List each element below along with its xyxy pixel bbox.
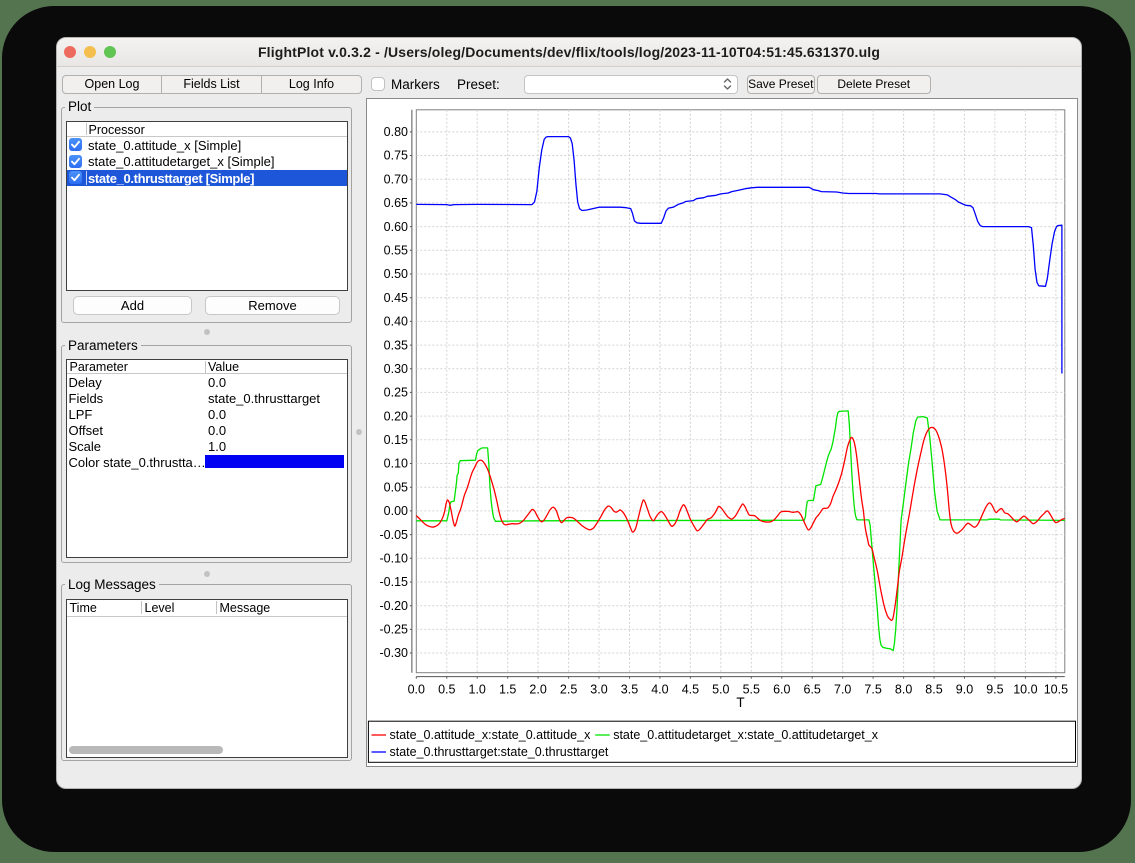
- svg-text:-0.15: -0.15: [380, 575, 409, 589]
- svg-text:state_0.attitude_x:state_0.att: state_0.attitude_x:state_0.attitude_x: [390, 728, 592, 742]
- svg-text:8.5: 8.5: [925, 682, 942, 696]
- svg-text:state_0.attitudetarget_x:state: state_0.attitudetarget_x:state_0.attitud…: [613, 728, 879, 742]
- svg-text:0.35: 0.35: [384, 338, 408, 352]
- svg-text:4.5: 4.5: [682, 682, 699, 696]
- svg-text:-0.30: -0.30: [380, 646, 409, 660]
- svg-text:6.0: 6.0: [773, 682, 790, 696]
- svg-text:2.0: 2.0: [529, 682, 546, 696]
- svg-text:0.55: 0.55: [384, 244, 408, 258]
- svg-text:6.5: 6.5: [804, 682, 821, 696]
- svg-text:0.10: 0.10: [384, 457, 408, 471]
- svg-text:0.45: 0.45: [384, 291, 408, 305]
- svg-text:3.0: 3.0: [590, 682, 607, 696]
- svg-text:10.5: 10.5: [1044, 682, 1068, 696]
- svg-text:5.0: 5.0: [712, 682, 729, 696]
- svg-text:1.0: 1.0: [469, 682, 486, 696]
- svg-text:3.5: 3.5: [621, 682, 638, 696]
- svg-text:5.5: 5.5: [743, 682, 760, 696]
- svg-text:9.0: 9.0: [956, 682, 973, 696]
- svg-text:0.25: 0.25: [384, 386, 408, 400]
- svg-text:0.00: 0.00: [384, 504, 408, 518]
- svg-text:state_0.thrusttarget:state_0.t: state_0.thrusttarget:state_0.thrusttarge…: [390, 745, 609, 759]
- svg-text:-0.05: -0.05: [380, 528, 409, 542]
- svg-text:0.0: 0.0: [408, 682, 425, 696]
- svg-text:0.80: 0.80: [384, 125, 408, 139]
- svg-text:7.0: 7.0: [834, 682, 851, 696]
- svg-text:4.0: 4.0: [651, 682, 668, 696]
- svg-text:10.0: 10.0: [1013, 682, 1037, 696]
- svg-text:0.15: 0.15: [384, 433, 408, 447]
- svg-text:0.40: 0.40: [384, 315, 408, 329]
- svg-text:T: T: [736, 695, 744, 710]
- svg-text:0.30: 0.30: [384, 362, 408, 376]
- svg-text:1.5: 1.5: [499, 682, 516, 696]
- svg-text:0.50: 0.50: [384, 267, 408, 281]
- svg-text:0.70: 0.70: [384, 172, 408, 186]
- svg-text:0.20: 0.20: [384, 409, 408, 423]
- svg-text:0.5: 0.5: [438, 682, 455, 696]
- svg-text:0.65: 0.65: [384, 196, 408, 210]
- svg-text:8.0: 8.0: [895, 682, 912, 696]
- svg-text:0.05: 0.05: [384, 480, 408, 494]
- svg-text:-0.25: -0.25: [380, 623, 409, 637]
- svg-text:7.5: 7.5: [864, 682, 881, 696]
- svg-text:9.5: 9.5: [986, 682, 1003, 696]
- svg-text:0.75: 0.75: [384, 149, 408, 163]
- svg-text:2.5: 2.5: [560, 682, 577, 696]
- svg-text:-0.20: -0.20: [380, 599, 409, 613]
- svg-text:-0.10: -0.10: [380, 552, 409, 566]
- svg-text:0.60: 0.60: [384, 220, 408, 234]
